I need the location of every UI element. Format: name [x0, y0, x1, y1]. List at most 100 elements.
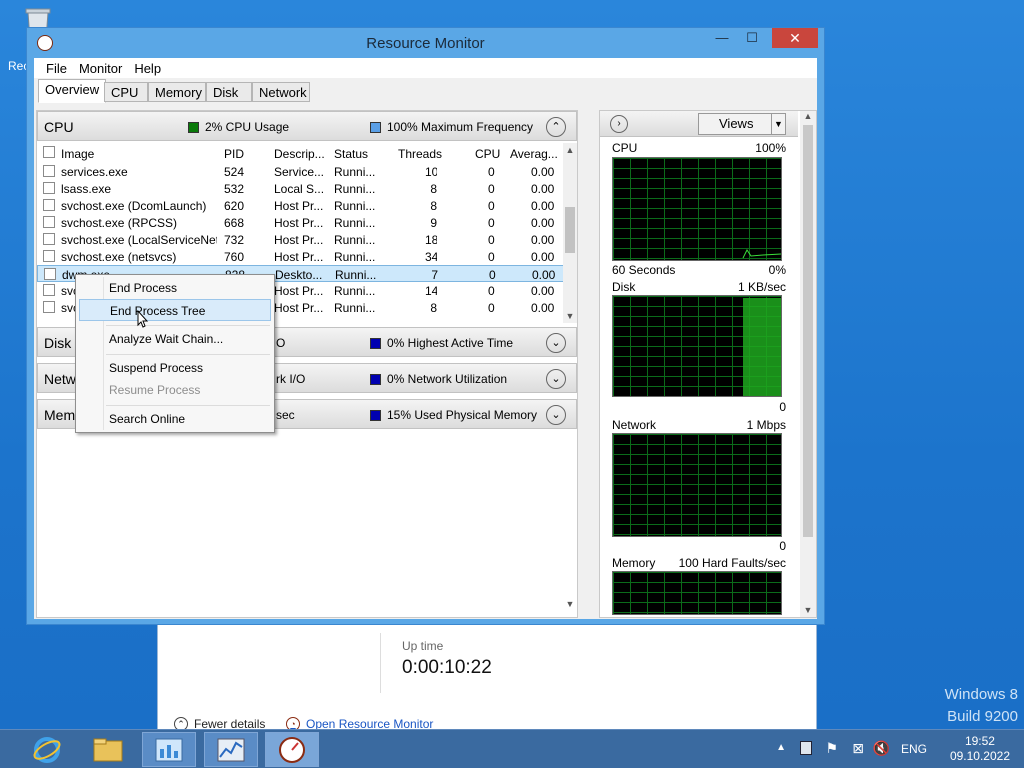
cell-threads: 8 [430, 301, 437, 315]
chevron-down-icon[interactable]: ⌄ [546, 333, 566, 353]
tab-overview[interactable]: Overview [38, 79, 107, 103]
col-status[interactable]: Status [334, 147, 368, 161]
divider [380, 633, 381, 693]
cpu-graph [612, 157, 782, 261]
row-checkbox[interactable] [43, 182, 55, 194]
cell-avg: 0.00 [531, 233, 555, 247]
tab-bar: Overview CPU Memory Disk Network [34, 78, 817, 104]
scroll-up-icon[interactable]: ▲ [800, 111, 816, 121]
flag-icon[interactable]: ⚑ [825, 740, 838, 757]
scroll-down-icon[interactable]: ▼ [563, 311, 577, 321]
tab-memory[interactable]: Memory [148, 82, 206, 102]
cell-status: Runni... [334, 199, 376, 213]
close-button[interactable]: ✕ [772, 28, 818, 48]
cell-image: svchost.exe (RPCSS) [61, 216, 178, 230]
menu-monitor[interactable]: Monitor [73, 58, 128, 78]
row-checkbox[interactable] [43, 233, 55, 245]
menu-separator [106, 325, 270, 326]
scroll-down-icon[interactable]: ▼ [800, 605, 816, 615]
tab-cpu[interactable]: CPU [104, 82, 148, 102]
menu-help[interactable]: Help [128, 58, 167, 78]
resource-monitor-taskbar-icon[interactable] [265, 732, 319, 767]
performance-monitor-taskbar-icon[interactable] [204, 732, 258, 767]
memory-graph-label: Memory [612, 556, 656, 570]
action-center-icon[interactable] [800, 741, 812, 755]
col-cpu[interactable]: CPU [475, 147, 500, 161]
graph-pane-scrollbar[interactable]: ▲ ▼ [800, 111, 816, 617]
chevron-down-icon[interactable]: ⌄ [546, 369, 566, 389]
menu-separator [106, 405, 270, 406]
disk-indicator-text: 0% Highest Active Time [387, 336, 514, 350]
chevron-down-icon[interactable]: ⌄ [546, 405, 566, 425]
col-pid[interactable]: PID [224, 147, 244, 161]
pane-scroll-down-icon[interactable]: ▼ [563, 599, 577, 609]
language-indicator[interactable]: ENG [901, 742, 927, 756]
window-title: Resource Monitor [366, 35, 485, 52]
chevron-right-icon[interactable]: › [610, 115, 628, 133]
menu-item-end-process-tree[interactable]: End Process Tree [79, 299, 271, 321]
row-checkbox[interactable] [43, 216, 55, 228]
cell-avg: 0.00 [531, 284, 555, 298]
row-checkbox[interactable] [43, 199, 55, 211]
process-table-header: Image PID Descrip... Status Threads CPU … [37, 143, 565, 163]
dropdown-arrow-icon[interactable]: ▼ [771, 114, 785, 134]
menu-file[interactable]: File [40, 58, 73, 78]
internet-explorer-icon[interactable] [20, 732, 74, 767]
disk-graph-label: Disk [612, 280, 636, 294]
cpu-usage-text: 2% CPU Usage [205, 120, 290, 134]
cell-threads: 9 [430, 216, 437, 230]
network-error-icon[interactable]: ⊠ [852, 740, 864, 757]
disk-indicator: 0% Highest Active Time [370, 336, 513, 350]
network-graph-max: 1 Mbps [746, 418, 786, 432]
cell-cpu: 0 [488, 301, 495, 315]
minimize-button[interactable]: — [708, 28, 736, 48]
cell-desc: Host Pr... [274, 199, 324, 213]
row-checkbox[interactable] [43, 284, 55, 296]
row-checkbox[interactable] [43, 165, 55, 177]
col-image[interactable]: Image [61, 147, 94, 161]
tab-disk[interactable]: Disk [206, 82, 252, 102]
table-row[interactable]: svchost.exe (RPCSS) 668 Host Pr... Runni...… [37, 214, 565, 231]
views-dropdown[interactable]: Views ▼ [698, 113, 786, 135]
col-threads[interactable]: Threads [398, 147, 442, 161]
table-row[interactable]: services.exe 524 Service... Runni... 10 0 0.00 [37, 163, 565, 180]
cell-image: svchost.exe (DcomLaunch) [61, 199, 207, 213]
scroll-thumb[interactable] [803, 125, 813, 537]
menu-item-analyze-wait-chain[interactable]: Analyze Wait Chain... [79, 328, 271, 350]
menu-item-suspend-process[interactable]: Suspend Process [79, 357, 271, 379]
menu-item-end-process[interactable]: End Process [79, 277, 271, 299]
table-row[interactable]: svchost.exe (LocalServiceNet... 732 Host P… [37, 231, 565, 248]
select-all-checkbox[interactable] [43, 146, 55, 158]
cpu-frequency-indicator: 100% Maximum Frequency [370, 120, 533, 134]
table-row[interactable]: svchost.exe (netsvcs) 760 Host Pr... Runni.… [37, 248, 565, 265]
views-label: Views [719, 116, 754, 131]
scroll-thumb[interactable] [565, 207, 575, 253]
table-row[interactable]: lsass.exe 532 Local S... Runni... 8 0 0.00 [37, 180, 565, 197]
file-explorer-icon[interactable] [81, 732, 135, 767]
clock[interactable]: 19:52 09.10.2022 [950, 734, 1010, 764]
col-average[interactable]: Averag... [510, 147, 558, 161]
cpu-usage-indicator: 2% CPU Usage [188, 120, 289, 134]
menu-item-search-online[interactable]: Search Online [79, 408, 271, 430]
row-checkbox[interactable] [44, 268, 56, 280]
maximize-button[interactable]: ☐ [738, 28, 766, 48]
title-bar[interactable]: Resource Monitor — ☐ ✕ [27, 28, 824, 58]
task-manager-taskbar-icon[interactable] [142, 732, 196, 767]
cpu-section-header[interactable]: CPU 2% CPU Usage 100% Maximum Frequency … [37, 111, 577, 141]
memory-swatch [370, 409, 381, 421]
process-table-scrollbar[interactable]: ▲ ▼ [563, 143, 577, 323]
table-row[interactable]: svchost.exe (DcomLaunch) 620 Host Pr... Run… [37, 197, 565, 214]
tab-network[interactable]: Network [252, 82, 310, 102]
cell-threads: 14 [425, 284, 437, 298]
scroll-up-icon[interactable]: ▲ [563, 145, 577, 155]
row-checkbox[interactable] [43, 301, 55, 313]
col-description[interactable]: Descrip... [274, 147, 325, 161]
cpu-section-title: CPU [44, 119, 74, 135]
row-checkbox[interactable] [43, 250, 55, 262]
show-hidden-icons-icon[interactable]: ▲ [776, 742, 786, 753]
cell-pid: 620 [224, 199, 245, 213]
chevron-up-icon[interactable]: ⌃ [546, 117, 566, 137]
cpu-graph-min: 0% [768, 263, 786, 277]
volume-muted-icon[interactable]: 🔇 [873, 740, 890, 757]
disk-graph [612, 295, 782, 397]
